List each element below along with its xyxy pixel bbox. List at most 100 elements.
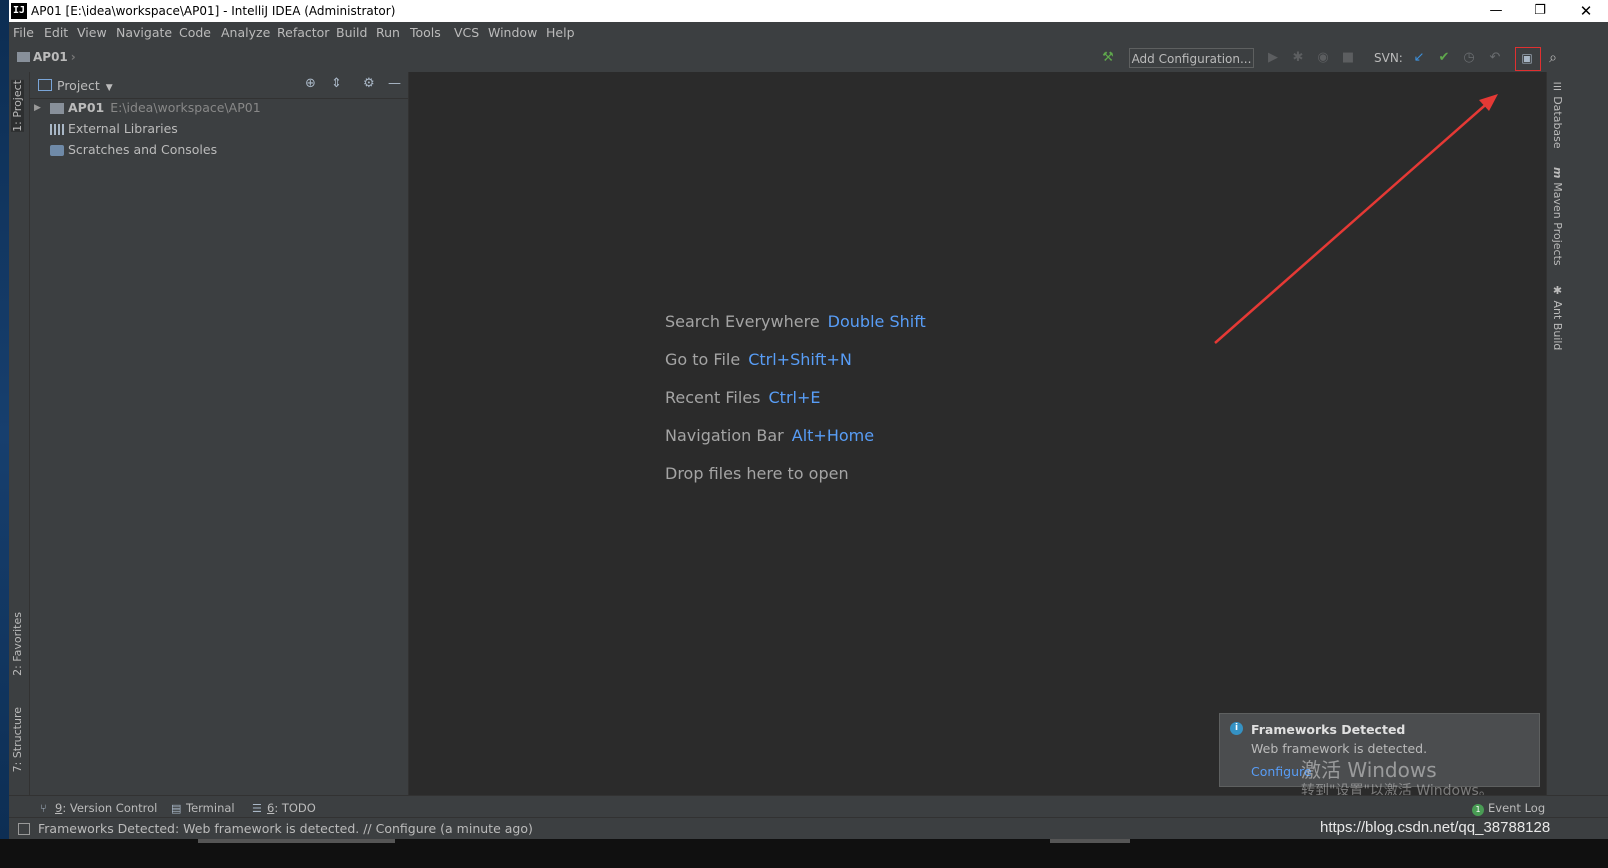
restore-button[interactable]: ❐ bbox=[1518, 0, 1562, 22]
taskbar-item[interactable] bbox=[198, 839, 395, 843]
dropdown-arrow-icon: ▼ bbox=[105, 83, 113, 93]
windows-taskbar bbox=[0, 839, 1608, 868]
menu-help[interactable]: Help bbox=[546, 25, 575, 40]
tab-database-label: Database bbox=[1551, 96, 1564, 149]
database-icon: ☰ bbox=[1552, 82, 1563, 97]
tab-structure-label: 7: Structure bbox=[11, 707, 24, 773]
locate-file-icon[interactable]: ⊕ bbox=[305, 76, 316, 91]
window-title: AP01 [E:\idea\workspace\AP01] - IntelliJ… bbox=[31, 4, 396, 18]
tree-node-external-libraries[interactable]: External Libraries bbox=[30, 119, 408, 139]
breadcrumb-chevron-icon: › bbox=[70, 50, 76, 64]
add-configuration-button[interactable]: Add Configuration... bbox=[1129, 48, 1254, 68]
collapse-all-icon[interactable]: ⇕ bbox=[331, 76, 342, 91]
event-log-badge: 1 bbox=[1472, 804, 1484, 816]
maven-icon: m bbox=[1551, 167, 1564, 183]
build-hammer-icon[interactable]: ⚒ bbox=[1099, 49, 1117, 67]
svn-history-icon[interactable]: ◷ bbox=[1460, 49, 1478, 67]
tab-favorites[interactable]: 2: Favorites bbox=[11, 612, 24, 676]
menu-code[interactable]: Code bbox=[179, 25, 211, 40]
tree-node-label: Scratches and Consoles bbox=[68, 142, 218, 157]
menu-navigate[interactable]: Navigate bbox=[116, 25, 172, 40]
svn-update-icon[interactable]: ↙ bbox=[1410, 49, 1428, 67]
coverage-icon[interactable]: ◉ bbox=[1314, 49, 1332, 67]
hint-go-to-file: Go to File Ctrl+Shift+N bbox=[665, 350, 852, 369]
taskbar-item[interactable] bbox=[1050, 839, 1130, 843]
menu-tools[interactable]: Tools bbox=[410, 25, 441, 40]
tab-todo[interactable]: ☰ 6: TODO bbox=[252, 801, 316, 815]
settings-gear-icon[interactable]: ⚙ bbox=[363, 76, 375, 91]
svn-label: SVN: bbox=[1374, 51, 1403, 65]
tab-project[interactable]: 1: Project bbox=[11, 80, 24, 132]
menu-analyze[interactable]: Analyze bbox=[221, 25, 270, 40]
menu-edit[interactable]: Edit bbox=[44, 25, 68, 40]
tab-maven-projects[interactable]: m Maven Projects bbox=[1551, 167, 1564, 266]
tab-terminal[interactable]: ▤ Terminal bbox=[171, 801, 235, 815]
tab-structure[interactable]: 7: Structure bbox=[11, 707, 24, 772]
tree-node-project[interactable]: ▶ AP01 E:\idea\workspace\AP01 bbox=[30, 98, 408, 118]
hint-shortcut: Alt+Home bbox=[791, 426, 875, 445]
menu-view[interactable]: View bbox=[77, 25, 107, 40]
intellij-app-icon: IJ bbox=[11, 3, 27, 19]
ide-window: IJ AP01 [E:\idea\workspace\AP01] - Intel… bbox=[9, 0, 1608, 862]
desktop-background bbox=[0, 0, 9, 868]
project-panel-title: Project bbox=[57, 78, 100, 93]
expand-arrow-icon[interactable]: ▶ bbox=[34, 98, 41, 118]
minimize-button[interactable]: — bbox=[1474, 0, 1518, 22]
close-button[interactable]: ✕ bbox=[1564, 0, 1608, 22]
tree-node-scratches[interactable]: Scratches and Consoles bbox=[30, 140, 408, 160]
menu-build[interactable]: Build bbox=[336, 25, 367, 40]
tab-ant-build[interactable]: ✱ Ant Build bbox=[1551, 284, 1564, 350]
menu-refactor[interactable]: Refactor bbox=[277, 25, 329, 40]
editor-area[interactable]: Search Everywhere Double Shift Go to File… bbox=[409, 72, 1546, 795]
breadcrumb-project[interactable]: AP01 › bbox=[17, 50, 76, 64]
menu-window[interactable]: Window bbox=[488, 25, 537, 40]
notification-title: Frameworks Detected bbox=[1251, 722, 1406, 737]
window-edge bbox=[1568, 72, 1608, 795]
folder-icon bbox=[17, 52, 30, 62]
menu-vcs[interactable]: VCS bbox=[454, 25, 479, 40]
tool-windows-toggle-icon[interactable] bbox=[18, 823, 30, 835]
status-message[interactable]: Frameworks Detected: Web framework is de… bbox=[38, 821, 533, 836]
svn-commit-icon[interactable]: ✔ bbox=[1435, 49, 1453, 67]
terminal-icon: ▤ bbox=[171, 802, 182, 815]
tab-terminal-label: Terminal bbox=[186, 801, 235, 815]
hint-recent-files: Recent Files Ctrl+E bbox=[665, 388, 820, 407]
hint-text: Navigation Bar bbox=[665, 426, 784, 445]
search-everywhere-icon[interactable]: ⌕ bbox=[1544, 49, 1562, 67]
module-folder-icon bbox=[50, 103, 64, 114]
bottom-tool-bar: ⑂ 9: Version Control ▤ Terminal ☰ 6: TODO 1… bbox=[9, 795, 1608, 818]
tab-todo-label: : TODO bbox=[274, 801, 316, 815]
libraries-icon bbox=[50, 124, 64, 135]
event-log-label: Event Log bbox=[1488, 801, 1546, 815]
navigation-bar: AP01 › ⚒ Add Configuration... ▶ ✱ ◉ ■ SVN… bbox=[9, 44, 1608, 73]
hint-drop-files: Drop files here to open bbox=[665, 464, 849, 483]
menu-file[interactable]: File bbox=[13, 25, 34, 40]
tree-node-path: E:\idea\workspace\AP01 bbox=[110, 100, 261, 115]
menu-run[interactable]: Run bbox=[376, 25, 400, 40]
todo-list-icon: ☰ bbox=[252, 802, 262, 815]
tab-ant-label: Ant Build bbox=[1551, 300, 1564, 351]
hint-text: Recent Files bbox=[665, 388, 761, 407]
tab-version-control[interactable]: ⑂ 9: Version Control bbox=[40, 801, 157, 815]
hide-panel-icon[interactable]: — bbox=[388, 76, 401, 91]
stop-icon[interactable]: ■ bbox=[1339, 49, 1357, 67]
event-log-button[interactable]: 1 Event Log bbox=[1472, 801, 1545, 816]
debug-icon[interactable]: ✱ bbox=[1289, 49, 1307, 67]
hint-text: Drop files here to open bbox=[665, 464, 849, 483]
tab-project-label: 1: Project bbox=[11, 80, 24, 132]
info-icon: i bbox=[1230, 722, 1243, 735]
svn-revert-icon[interactable]: ↶ bbox=[1486, 49, 1504, 67]
hint-shortcut: Double Shift bbox=[827, 312, 926, 331]
tree-node-label: External Libraries bbox=[68, 121, 178, 136]
run-icon[interactable]: ▶ bbox=[1264, 49, 1282, 67]
blog-url-watermark: https://blog.csdn.net/qq_38788128 bbox=[1320, 819, 1551, 836]
status-bar: Frameworks Detected: Web framework is de… bbox=[9, 817, 1608, 840]
hint-search-everywhere: Search Everywhere Double Shift bbox=[665, 312, 926, 331]
tab-database[interactable]: ☰ Database bbox=[1551, 82, 1564, 149]
project-view-selector[interactable]: Project ▼ bbox=[38, 78, 113, 93]
tab-version-control-label: : Version Control bbox=[62, 801, 158, 815]
hint-text: Search Everywhere bbox=[665, 312, 820, 331]
breadcrumb-label: AP01 bbox=[33, 50, 68, 64]
menu-bar: File Edit View Navigate Code Analyze Ref… bbox=[9, 22, 1608, 44]
version-control-icon: ⑂ bbox=[40, 802, 47, 815]
